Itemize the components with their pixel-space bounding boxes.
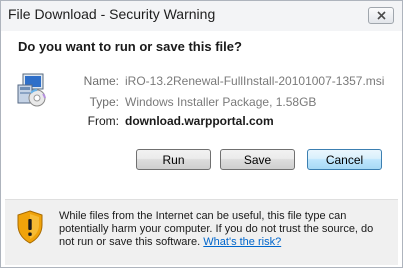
type-label: Type: <box>89 95 119 109</box>
file-name-value: iRO-13.2Renewal-FullInstall-20101007-135… <box>125 74 385 88</box>
cancel-button[interactable]: Cancel <box>307 149 382 170</box>
close-button[interactable] <box>368 7 394 24</box>
installer-package-icon <box>17 73 46 107</box>
title-bar[interactable]: File Download - Security Warning <box>1 1 402 31</box>
whats-the-risk-link[interactable]: What's the risk? <box>203 236 281 248</box>
close-icon <box>377 11 386 20</box>
file-source-value: download.warpportal.com <box>125 114 274 128</box>
dialog-body: Do you want to run or save this file? Na… <box>5 31 398 265</box>
security-shield-icon <box>17 210 43 244</box>
save-button[interactable]: Save <box>220 149 295 170</box>
dialog-question: Do you want to run or save this file? <box>18 39 242 54</box>
warning-message: While files from the Internet can be use… <box>59 210 389 249</box>
window-title: File Download - Security Warning <box>8 6 216 22</box>
run-button[interactable]: Run <box>136 149 211 170</box>
security-warning-dialog: File Download - Security Warning Do you … <box>0 0 403 268</box>
file-type-value: Windows Installer Package, 1.58GB <box>125 95 317 109</box>
from-label: From: <box>87 114 119 128</box>
name-label: Name: <box>83 74 119 88</box>
warning-footer: While files from the Internet can be use… <box>5 199 398 265</box>
